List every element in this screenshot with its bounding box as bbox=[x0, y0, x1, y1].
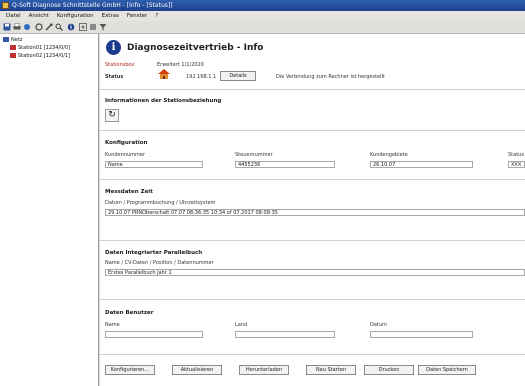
time-field[interactable]: 29.10.07 PRNOberschalt 07.07 08:36:35 10… bbox=[105, 209, 525, 216]
status-id: 192.168.1.1 bbox=[186, 74, 217, 80]
network-icon bbox=[3, 37, 9, 42]
customer-number-field[interactable]: Name bbox=[105, 161, 203, 168]
customer-area-field[interactable]: 26.10.07 bbox=[370, 161, 473, 168]
station-icon bbox=[10, 45, 16, 50]
toolbar bbox=[0, 21, 525, 34]
tools-icon[interactable] bbox=[45, 23, 53, 31]
tree-item-station-2[interactable]: Station02 [1234/0/1] bbox=[10, 53, 70, 59]
main-panel: i Diagnosezeitvertrieb - Info Stationsbo… bbox=[100, 34, 525, 386]
tree-item-label: Station01 [1234/0/0] bbox=[18, 45, 71, 51]
menu-extras[interactable]: Extras bbox=[102, 11, 119, 21]
config-status-label: Status bbox=[508, 152, 524, 158]
station-icon bbox=[10, 53, 16, 58]
parallel-field[interactable]: Erstes Parallelbuch Jahr 1 bbox=[105, 269, 525, 276]
tree-item-station-1[interactable]: Station01 [1234/0/0] bbox=[10, 45, 70, 51]
status-label: Status bbox=[105, 74, 124, 80]
tax-number-field[interactable]: 4455236 bbox=[235, 161, 335, 168]
info-icon: i bbox=[106, 40, 121, 55]
menu-window[interactable]: Fenster bbox=[127, 11, 147, 21]
station-house-icon bbox=[158, 69, 170, 79]
search-icon[interactable] bbox=[55, 23, 63, 31]
print-icon[interactable] bbox=[13, 23, 21, 31]
settings-icon[interactable] bbox=[35, 23, 43, 31]
app-icon bbox=[2, 2, 9, 9]
account-country-label: Land bbox=[235, 322, 248, 328]
time-label: Datum / Programmbuchung / Uhrzeitsystem bbox=[105, 200, 216, 206]
station-type-label: Stationsbox bbox=[105, 62, 135, 68]
account-date-label: Datum bbox=[370, 322, 387, 328]
divider bbox=[100, 240, 525, 241]
details-button[interactable]: Details bbox=[220, 71, 256, 81]
menu-bar: Datei Ansicht Konfiguration Extras Fenst… bbox=[0, 11, 525, 21]
section-time-title: Messdaten Zeit bbox=[105, 189, 153, 195]
filter-icon[interactable] bbox=[99, 23, 107, 31]
menu-help[interactable]: ? bbox=[155, 11, 158, 21]
application-window: Q-Soft Diagnose Schnittstelle GmbH - [In… bbox=[0, 0, 525, 386]
account-country-field[interactable] bbox=[235, 331, 335, 338]
account-date-field[interactable] bbox=[370, 331, 473, 338]
connect-icon[interactable] bbox=[23, 23, 31, 31]
sidebar-tree: Netz Station01 [1234/0/0] Station02 [123… bbox=[0, 34, 99, 386]
page-title: Diagnosezeitvertrieb - Info bbox=[127, 43, 264, 53]
account-name-label: Name bbox=[105, 322, 120, 328]
menu-configuration[interactable]: Konfiguration bbox=[57, 11, 94, 21]
save-icon[interactable] bbox=[3, 23, 11, 31]
tax-number-label: Steuernummer bbox=[235, 152, 273, 158]
divider bbox=[100, 299, 525, 300]
configure-button[interactable]: Konfigurieren... bbox=[105, 365, 155, 375]
print-button[interactable]: Drucken bbox=[364, 365, 414, 375]
download-button[interactable]: Herunterladen bbox=[239, 365, 289, 375]
menu-file[interactable]: Datei bbox=[6, 11, 21, 21]
help-icon[interactable] bbox=[79, 23, 87, 31]
divider bbox=[100, 354, 525, 355]
menu-view[interactable]: Ansicht bbox=[29, 11, 49, 21]
customer-number-label: Kundennummer bbox=[105, 152, 145, 158]
section-status-title: Informationen der Stationsbeziehung bbox=[105, 98, 222, 104]
tree-root[interactable]: Netz bbox=[3, 37, 22, 43]
title-bar: Q-Soft Diagnose Schnittstelle GmbH - [In… bbox=[0, 0, 525, 11]
tree-item-label: Station02 [1234/0/1] bbox=[18, 53, 71, 59]
divider bbox=[100, 89, 525, 90]
section-parallel-title: Daten Integrierter Parallelbuch bbox=[105, 250, 203, 256]
info-icon[interactable] bbox=[67, 23, 75, 31]
customer-area-label: Kundengebiete bbox=[370, 152, 408, 158]
window-title: Q-Soft Diagnose Schnittstelle GmbH - [In… bbox=[12, 2, 173, 9]
account-name-field[interactable] bbox=[105, 331, 203, 338]
restart-button[interactable]: Neu Starten bbox=[306, 365, 356, 375]
section-accounts-title: Daten Benutzer bbox=[105, 310, 154, 316]
section-config-title: Konfiguration bbox=[105, 140, 148, 146]
parallel-label: Name / CV-Daten / Position / Datennummer bbox=[105, 260, 214, 266]
save-data-button[interactable]: Daten Speichern bbox=[418, 365, 476, 375]
update-button[interactable]: Aktualisieren bbox=[172, 365, 222, 375]
status-text: Die Verbindung zum Rechner ist hergestel… bbox=[276, 74, 385, 80]
config-icon[interactable] bbox=[89, 23, 97, 31]
divider bbox=[100, 179, 525, 180]
divider bbox=[100, 130, 525, 131]
refresh-icon[interactable]: ↻ bbox=[105, 109, 119, 122]
config-status-field[interactable]: XXX bbox=[508, 161, 525, 168]
tree-root-label: Netz bbox=[11, 37, 23, 43]
